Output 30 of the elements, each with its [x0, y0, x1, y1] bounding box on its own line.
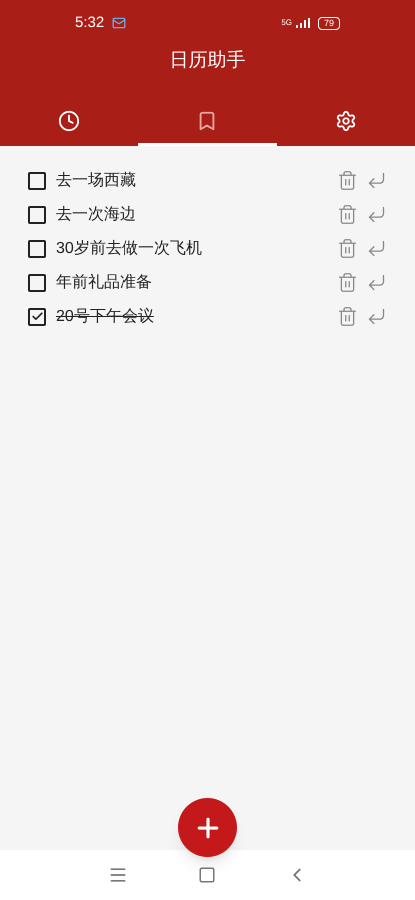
home-icon[interactable]	[198, 866, 216, 884]
return-button[interactable]	[366, 272, 387, 293]
todo-text: 30岁前去做一次飞机	[56, 238, 202, 258]
battery-level: 79	[318, 16, 340, 30]
settings-icon	[334, 110, 357, 132]
delete-button[interactable]	[337, 204, 358, 225]
check-icon	[30, 310, 44, 323]
checkbox[interactable]	[28, 172, 46, 190]
return-button[interactable]	[366, 170, 387, 191]
signal-icon	[296, 18, 310, 28]
delete-button[interactable]	[337, 272, 358, 293]
checkbox[interactable]	[28, 206, 46, 224]
return-button[interactable]	[366, 238, 387, 259]
checkbox[interactable]	[28, 240, 46, 258]
status-time: 5:32	[75, 12, 104, 33]
return-button[interactable]	[366, 204, 387, 225]
todo-text: 去一次海边	[56, 204, 136, 224]
todo-text: 20号下午会议	[56, 306, 154, 326]
checkbox[interactable]	[28, 274, 46, 292]
delete-button[interactable]	[337, 238, 358, 259]
checkbox[interactable]	[28, 308, 46, 326]
network-label: 5G	[281, 17, 292, 29]
delete-button[interactable]	[337, 170, 358, 191]
return-button[interactable]	[366, 306, 387, 327]
delete-button[interactable]	[337, 306, 358, 327]
app-title: 日历助手	[170, 48, 246, 73]
clock-icon	[58, 110, 80, 132]
todo-text: 年前礼品准备	[56, 272, 152, 292]
todo-text: 去一场西藏	[56, 170, 136, 190]
mail-icon	[112, 16, 126, 30]
